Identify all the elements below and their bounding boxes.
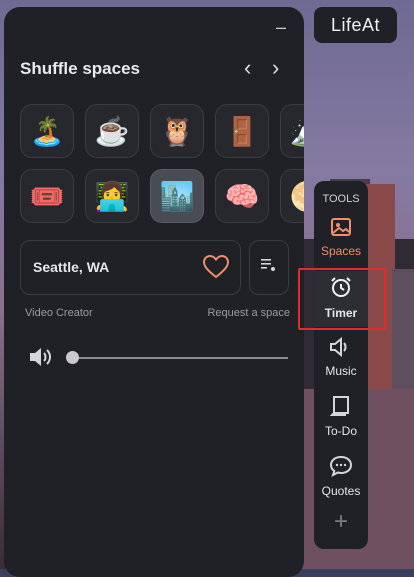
tool-music-label: Music [325, 364, 357, 378]
queue-button[interactable] [249, 240, 289, 295]
spaces-row-1: 🏝️ ☕ 🦉 🚪 🏔️ [4, 104, 304, 160]
request-space-link[interactable]: Request a space [207, 307, 290, 319]
location-name: Seattle, WA [33, 259, 110, 275]
tool-quotes-label: Quotes [321, 484, 361, 498]
space-tile-door[interactable]: 🚪 [215, 104, 269, 158]
image-icon [314, 217, 368, 242]
next-button[interactable]: › [272, 57, 279, 79]
tool-quotes[interactable]: Quotes [314, 455, 368, 498]
space-tile-coffee[interactable]: ☕ [85, 104, 139, 158]
volume-slider-handle[interactable] [66, 351, 79, 364]
space-tile-ticket[interactable]: 🎟️ [20, 169, 74, 223]
previous-button[interactable]: ‹ [244, 57, 251, 79]
timer-highlight-box [298, 268, 386, 330]
heart-icon[interactable] [202, 254, 230, 285]
location-card: Seattle, WA [20, 240, 241, 295]
volume-slider-track[interactable] [68, 357, 288, 359]
space-tile-mountain[interactable]: 🏔️ [280, 104, 304, 158]
tools-rail: TOOLS Spaces Timer Music To-Do Quotes + [314, 181, 368, 549]
tool-todo[interactable]: To-Do [314, 395, 368, 438]
video-creator-link[interactable]: Video Creator [25, 307, 93, 319]
spaces-row-2: 🎟️ 👩‍💻 🏙️ 🧠 🌕 [4, 169, 304, 225]
space-tile-worker[interactable]: 👩‍💻 [85, 169, 139, 223]
space-tile-island[interactable]: 🏝️ [20, 104, 74, 158]
shuffle-spaces-panel: – Shuffle spaces ‹ › 🏝️ ☕ 🦉 🚪 🏔️ 🎟️ 👩‍💻 … [4, 7, 304, 577]
space-tile-owl[interactable]: 🦉 [150, 104, 204, 158]
panel-title: Shuffle spaces [20, 59, 140, 78]
tools-title: TOOLS [322, 193, 360, 205]
tool-spaces[interactable]: Spaces [314, 217, 368, 258]
space-tile-city-selected[interactable]: 🏙️ [150, 169, 204, 223]
playlist-icon [261, 258, 277, 277]
minimize-button[interactable]: – [276, 17, 286, 38]
chat-bubble-icon [314, 455, 368, 482]
space-tile-moon[interactable]: 🌕 [280, 169, 304, 223]
space-tile-brain[interactable]: 🧠 [215, 169, 269, 223]
volume-icon[interactable] [28, 345, 54, 374]
add-tool-button[interactable]: + [314, 508, 368, 536]
lifeat-logo[interactable]: LifeAt [314, 7, 397, 43]
notebook-icon [314, 395, 368, 422]
tool-music[interactable]: Music [314, 336, 368, 378]
speaker-icon [314, 336, 368, 362]
tool-spaces-label: Spaces [320, 244, 362, 258]
tool-todo-label: To-Do [324, 424, 357, 438]
